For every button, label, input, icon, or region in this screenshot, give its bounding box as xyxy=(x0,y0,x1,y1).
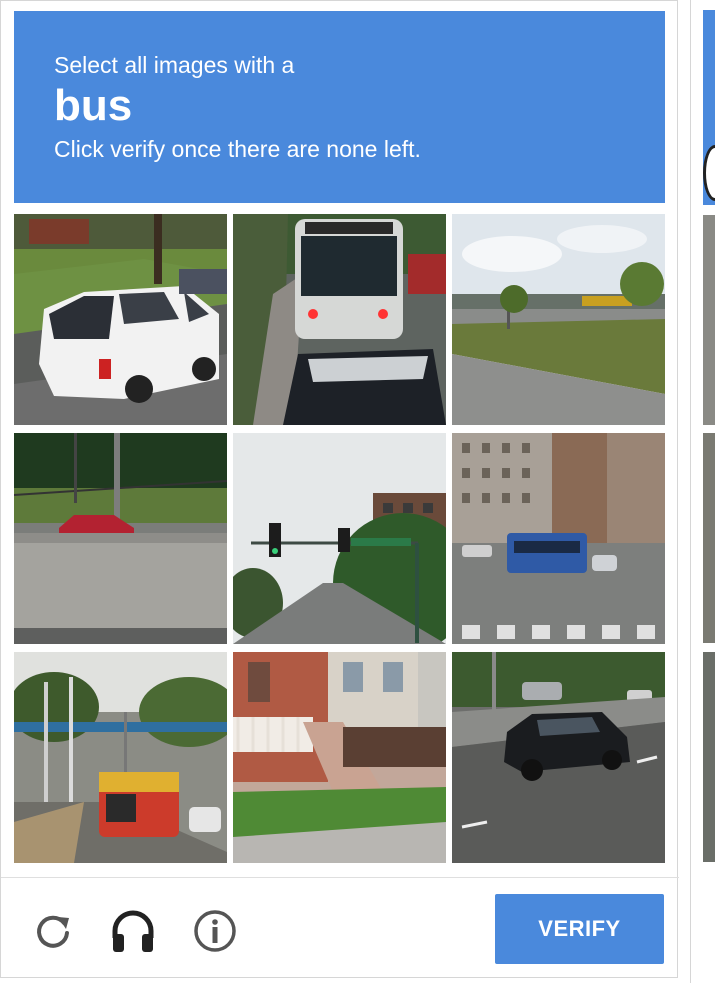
adjacent-tile-edge xyxy=(703,652,715,862)
image-tile-7[interactable] xyxy=(14,652,227,863)
tile-image xyxy=(233,214,446,425)
image-grid xyxy=(14,214,665,864)
tile-image xyxy=(452,652,665,863)
tile-image xyxy=(14,433,227,644)
challenge-header: Select all images with a bus Click verif… xyxy=(14,11,665,203)
image-tile-3[interactable] xyxy=(452,214,665,425)
tile-image xyxy=(14,652,227,863)
footer-divider xyxy=(1,877,679,878)
tile-image xyxy=(452,433,665,644)
adjacent-widget-edge xyxy=(690,0,715,983)
tile-image xyxy=(14,214,227,425)
image-tile-6[interactable] xyxy=(452,433,665,644)
image-tile-8[interactable] xyxy=(233,652,446,863)
instruction-text: Select all images with a xyxy=(54,52,295,78)
target-object-label: bus xyxy=(54,81,133,130)
captcha-widget: Select all images with a bus Click verif… xyxy=(0,0,679,978)
help-button[interactable] xyxy=(187,901,243,961)
image-tile-2[interactable] xyxy=(233,214,446,425)
info-icon xyxy=(194,910,236,952)
headphones-icon xyxy=(112,910,154,952)
reload-icon xyxy=(37,915,69,948)
audio-challenge-button[interactable] xyxy=(105,901,161,961)
image-tile-9[interactable] xyxy=(452,652,665,863)
instruction-subtext: Click verify once there are none left. xyxy=(54,136,421,162)
tile-image xyxy=(233,652,446,863)
reload-button[interactable] xyxy=(25,901,81,961)
adjacent-tile-edge xyxy=(703,215,715,425)
adjacent-tile-edge xyxy=(703,433,715,643)
image-tile-1[interactable] xyxy=(14,214,227,425)
image-tile-5[interactable] xyxy=(233,433,446,644)
image-tile-4[interactable] xyxy=(14,433,227,644)
verify-button[interactable]: VERIFY xyxy=(495,894,664,964)
tile-image xyxy=(452,214,665,425)
tile-image xyxy=(233,433,446,644)
